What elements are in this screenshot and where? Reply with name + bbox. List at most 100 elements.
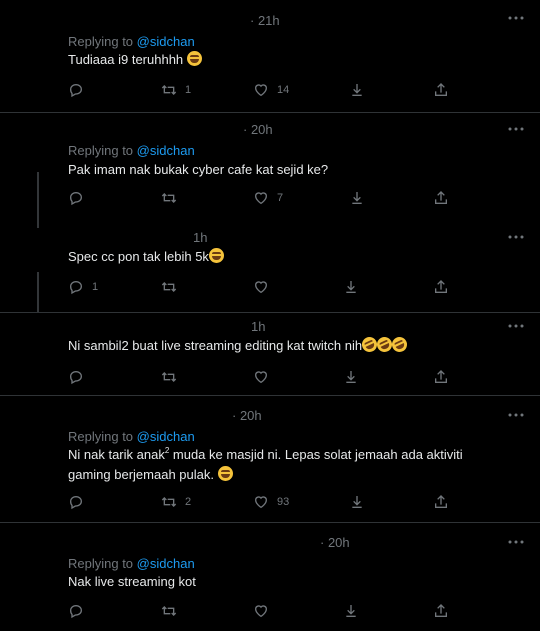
reply-count: 1 xyxy=(92,281,99,293)
like-button[interactable] xyxy=(253,368,269,386)
tweet-card[interactable]: · 21h Replying to @sidchan Tudiaaa i9 te… xyxy=(0,0,540,112)
like-button[interactable]: 7 xyxy=(253,189,283,207)
tweet-timestamp[interactable]: · 21h xyxy=(250,13,280,28)
share-icon xyxy=(433,82,449,98)
like-button[interactable] xyxy=(253,278,269,296)
tweet-card[interactable]: · 20h Replying to @sidchan Nak live stre… xyxy=(0,523,540,631)
reply-icon xyxy=(68,279,84,295)
retweet-button[interactable] xyxy=(161,189,177,207)
like-count: 14 xyxy=(277,84,290,96)
replying-prefix: Replying to xyxy=(68,143,134,158)
like-icon xyxy=(253,369,269,385)
reply-button[interactable] xyxy=(68,81,84,99)
more-icon[interactable] xyxy=(508,235,524,249)
tweet-timestamp[interactable]: · 20h xyxy=(243,122,273,137)
replying-prefix: Replying to xyxy=(68,429,134,444)
share-tweet-icon xyxy=(343,603,359,619)
share-tweet-button[interactable] xyxy=(349,81,365,99)
tweet-text-content: Tudiaaa i9 teruhhhh xyxy=(68,52,184,67)
share-button[interactable] xyxy=(433,368,449,386)
share-icon xyxy=(433,279,449,295)
tweet-timestamp[interactable]: 1h xyxy=(251,319,265,334)
tweet-card[interactable]: 1h Ni sambil2 buat live streaming editin… xyxy=(0,313,540,395)
tweet-card[interactable]: · 20h Replying to @sidchan Ni nak tarik … xyxy=(0,396,540,522)
replying-handle-link[interactable]: @sidchan xyxy=(137,429,195,444)
share-icon xyxy=(433,190,449,206)
like-icon xyxy=(253,279,269,295)
tweet-timestamp[interactable]: 1h xyxy=(193,230,207,245)
tweet-actions: 1 14 xyxy=(0,81,540,99)
share-button[interactable] xyxy=(433,278,449,296)
share-tweet-button[interactable] xyxy=(349,189,365,207)
share-tweet-icon xyxy=(343,369,359,385)
retweet-button[interactable]: 1 xyxy=(161,81,191,99)
more-icon[interactable] xyxy=(508,127,524,141)
reply-icon xyxy=(68,494,84,510)
share-button[interactable] xyxy=(433,493,449,511)
share-icon xyxy=(433,494,449,510)
share-button[interactable] xyxy=(433,81,449,99)
replying-handle-link[interactable]: @sidchan xyxy=(137,143,195,158)
tweet-text-content: Spec cc pon tak lebih 5k xyxy=(68,249,209,264)
retweet-icon xyxy=(161,603,177,619)
share-button[interactable] xyxy=(433,602,449,620)
like-icon xyxy=(253,494,269,510)
share-tweet-button[interactable] xyxy=(349,493,365,511)
like-button[interactable]: 93 xyxy=(253,493,289,511)
tweet-text: Tudiaaa i9 teruhhhh xyxy=(68,50,508,70)
tweet-actions: 2 93 xyxy=(0,493,540,511)
like-button[interactable] xyxy=(253,602,269,620)
share-tweet-button[interactable] xyxy=(343,368,359,386)
like-button[interactable]: 14 xyxy=(253,81,289,99)
more-icon[interactable] xyxy=(508,324,524,338)
reply-button[interactable]: 1 xyxy=(68,278,98,296)
joy-emoji-icon xyxy=(217,466,233,481)
share-icon xyxy=(433,603,449,619)
joy-emoji-icon xyxy=(186,51,202,66)
more-icon[interactable] xyxy=(508,16,524,30)
share-button[interactable] xyxy=(433,189,449,207)
tweet-text: Spec cc pon tak lebih 5k xyxy=(68,247,508,267)
share-tweet-icon xyxy=(349,190,365,206)
share-tweet-button[interactable] xyxy=(343,602,359,620)
retweet-button[interactable] xyxy=(161,602,177,620)
retweet-icon xyxy=(161,82,177,98)
tweet-actions: 7 xyxy=(0,189,540,207)
rofl-emoji-icon xyxy=(389,334,410,355)
more-icon[interactable] xyxy=(508,413,524,427)
tweet-text: Nak live streaming kot xyxy=(68,572,508,592)
reply-icon xyxy=(68,82,84,98)
retweet-button[interactable] xyxy=(161,368,177,386)
like-count: 93 xyxy=(277,496,290,508)
tweet-text: Pak imam nak bukak cyber cafe kat sejid … xyxy=(68,160,508,180)
like-icon xyxy=(253,190,269,206)
retweet-count: 1 xyxy=(185,84,192,96)
replying-prefix: Replying to xyxy=(68,556,134,571)
tweet-timestamp[interactable]: · 20h xyxy=(320,535,350,550)
tweet-card[interactable]: · 20h Replying to @sidchan Pak imam nak … xyxy=(0,113,540,219)
replying-handle-link[interactable]: @sidchan xyxy=(137,556,195,571)
share-icon xyxy=(433,369,449,385)
more-icon[interactable] xyxy=(508,540,524,554)
share-tweet-icon xyxy=(343,279,359,295)
like-icon xyxy=(253,82,269,98)
reply-button[interactable] xyxy=(68,493,84,511)
reply-icon xyxy=(68,369,84,385)
replying-handle-link[interactable]: @sidchan xyxy=(137,34,195,49)
share-tweet-icon xyxy=(349,494,365,510)
tweet-card[interactable]: 1h Spec cc pon tak lebih 5k 1 xyxy=(0,220,540,312)
retweet-icon xyxy=(161,494,177,510)
reply-button[interactable] xyxy=(68,189,84,207)
share-tweet-icon xyxy=(349,82,365,98)
retweet-button[interactable] xyxy=(161,278,177,296)
reply-button[interactable] xyxy=(68,602,84,620)
retweet-count: 2 xyxy=(185,496,192,508)
reply-icon xyxy=(68,190,84,206)
retweet-button[interactable]: 2 xyxy=(161,493,191,511)
tweet-text: Ni nak tarik anak2 muda ke masjid ni. Le… xyxy=(68,445,488,485)
retweet-icon xyxy=(161,190,177,206)
reply-button[interactable] xyxy=(68,368,84,386)
tweet-timestamp[interactable]: · 20h xyxy=(232,408,262,423)
tweet-text-content: Nak live streaming kot xyxy=(68,574,196,589)
share-tweet-button[interactable] xyxy=(343,278,359,296)
